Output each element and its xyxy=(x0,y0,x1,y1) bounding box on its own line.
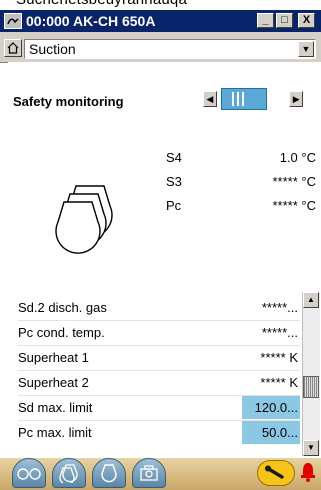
bottom-toolbar xyxy=(0,458,321,490)
list-item[interactable]: Pc cond. temp. *****... xyxy=(18,321,300,345)
reading-row: S3 ***** °C xyxy=(166,174,316,192)
scroll-up-button[interactable]: ▲ xyxy=(303,292,319,308)
compressor-pack-tab[interactable] xyxy=(52,458,86,488)
editable-value-field[interactable]: 50.0... xyxy=(242,421,300,444)
parameter-name: Superheat 1 xyxy=(18,350,89,365)
scroll-thumb[interactable] xyxy=(303,376,319,398)
compressors-tab-icon xyxy=(17,468,41,480)
window-title: 00:000 AK-CH 650A xyxy=(26,13,156,29)
service-button[interactable] xyxy=(257,460,295,486)
editable-value-field[interactable]: 120.0... xyxy=(242,396,300,419)
list-item[interactable]: Sd.2 disch. gas *****... xyxy=(18,296,300,320)
wrench-icon xyxy=(265,465,284,479)
reading-label: S4 xyxy=(166,150,182,165)
parameter-name: Pc max. limit xyxy=(18,425,92,440)
parameter-name: Pc cond. temp. xyxy=(18,325,105,340)
view-selector-bar: Suction ▼ xyxy=(0,32,321,63)
reading-value: 1.0 °C xyxy=(279,150,316,165)
camera-tab[interactable] xyxy=(132,458,166,488)
cut-off-text: Suchenetsbeuyrannauqa xyxy=(16,0,187,8)
parameter-name: Sd max. limit xyxy=(18,400,93,415)
reading-value: ***** °C xyxy=(272,198,317,213)
title-bar: 00:000 AK-CH 650A _ □ X xyxy=(0,10,321,32)
compressor-icon xyxy=(55,185,113,254)
camera-tab-icon xyxy=(140,465,158,481)
close-button[interactable]: X xyxy=(298,13,315,28)
parameter-name: Superheat 2 xyxy=(18,375,89,390)
reading-row: S4 1.0 °C xyxy=(166,150,316,168)
reading-label: S3 xyxy=(166,174,182,189)
scroll-down-button[interactable]: ▼ xyxy=(303,440,319,456)
compressor-tab-icon xyxy=(101,464,117,483)
home-button[interactable] xyxy=(4,39,22,57)
page-indicator xyxy=(220,88,268,110)
vertical-scrollbar[interactable]: ▲ ▼ xyxy=(302,292,320,456)
list-item[interactable]: Superheat 2 ***** K xyxy=(18,371,300,395)
app-icon xyxy=(4,13,22,29)
home-icon xyxy=(7,42,19,54)
compressor-tab[interactable] xyxy=(92,458,126,488)
window-controls: _ □ X xyxy=(257,13,315,28)
view-dropdown-value: Suction xyxy=(29,41,76,57)
maximize-button[interactable]: □ xyxy=(276,13,293,28)
list-item[interactable]: Superheat 1 ***** K xyxy=(18,346,300,370)
cut-off-caption: Suchenetsbeuyrannauqa xyxy=(0,0,321,10)
section-title: Safety monitoring xyxy=(13,94,124,109)
chevron-down-icon[interactable]: ▼ xyxy=(298,41,314,57)
parameter-name: Sd.2 disch. gas xyxy=(18,300,107,315)
parameter-value: *****... xyxy=(261,325,298,340)
previous-page-button[interactable]: ◀ xyxy=(203,91,217,107)
parameter-value: ***** K xyxy=(260,350,298,365)
parameter-value: *****... xyxy=(261,300,298,315)
compressors-tab[interactable] xyxy=(12,458,46,488)
page-navigator: ◀ ▶ xyxy=(203,88,303,110)
compressor-pack-tab-icon xyxy=(59,464,78,483)
list-item[interactable]: Sd max. limit 120.0... xyxy=(18,396,300,420)
parameter-value: ***** K xyxy=(260,375,298,390)
alarm-button[interactable] xyxy=(299,460,317,484)
reading-row: Pc ***** °C xyxy=(166,198,316,216)
reading-value: ***** °C xyxy=(272,174,317,189)
list-item[interactable]: Pc max. limit 50.0... xyxy=(18,421,300,445)
minimize-button[interactable]: _ xyxy=(257,13,274,28)
alarm-bell-icon xyxy=(301,463,315,482)
next-page-button[interactable]: ▶ xyxy=(289,91,303,107)
view-dropdown[interactable]: Suction ▼ xyxy=(24,39,316,59)
reading-label: Pc xyxy=(166,198,182,213)
